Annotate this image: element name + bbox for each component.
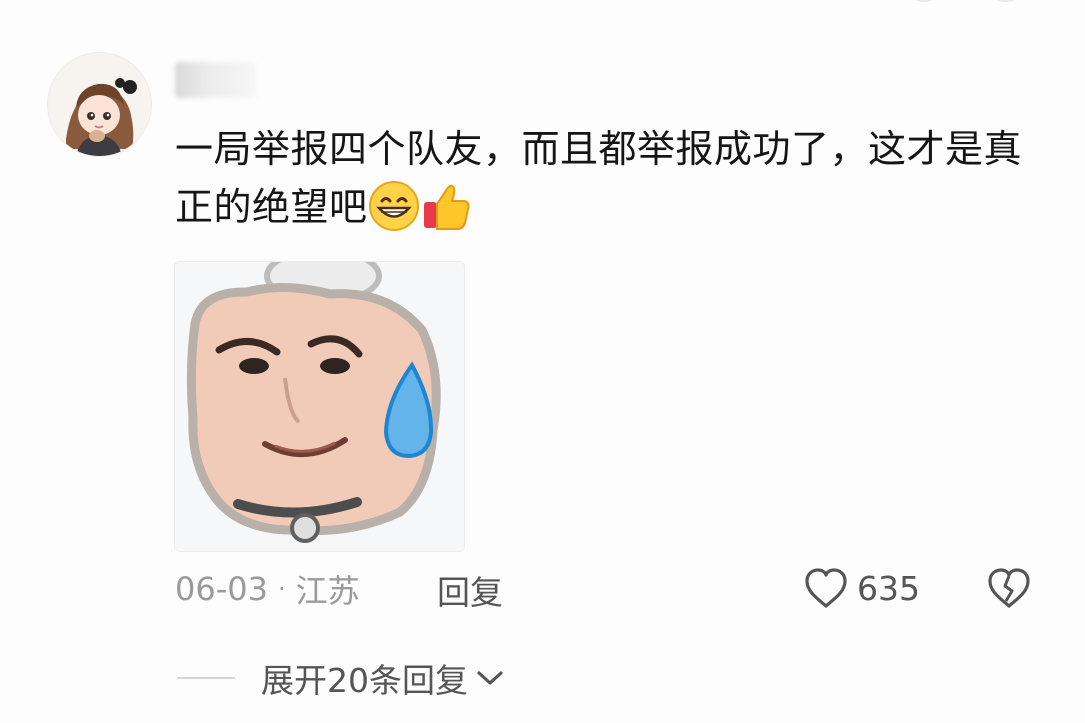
meme-sticker xyxy=(175,262,464,551)
dislike-button[interactable] xyxy=(986,566,1032,614)
expand-replies[interactable]: 展开20条回复 xyxy=(177,654,504,702)
heart-outline-icon xyxy=(805,568,847,608)
like-count: 635 xyxy=(857,568,920,608)
top-edge-decoration xyxy=(905,0,1025,4)
username-blurred[interactable] xyxy=(175,62,257,98)
thumbs-up-emoji xyxy=(423,184,470,230)
broken-heart-icon xyxy=(988,568,1030,608)
comment-meta: 06-03 · 江苏 xyxy=(175,566,360,612)
avatar[interactable] xyxy=(47,52,152,157)
comment-date: 06-03 xyxy=(175,570,268,608)
chevron-down-icon xyxy=(477,671,503,685)
reply-button[interactable]: 回复 xyxy=(437,566,503,614)
meme-image[interactable] xyxy=(174,261,465,552)
comment-text: 一局举报四个队友，而且都举报成功了，这才是真正的绝望吧 xyxy=(175,127,1023,229)
grinning-face-emoji xyxy=(368,180,419,231)
comment-location: 江苏 xyxy=(295,572,360,610)
comment-body: 一局举报四个队友，而且都举报成功了，这才是真正的绝望吧 xyxy=(175,120,1045,236)
avatar-illustration xyxy=(48,53,151,156)
expand-replies-label: 展开20条回复 xyxy=(261,661,468,700)
like-button[interactable]: 635 xyxy=(803,566,920,610)
meta-separator: · xyxy=(277,575,286,603)
expand-divider xyxy=(177,677,235,679)
